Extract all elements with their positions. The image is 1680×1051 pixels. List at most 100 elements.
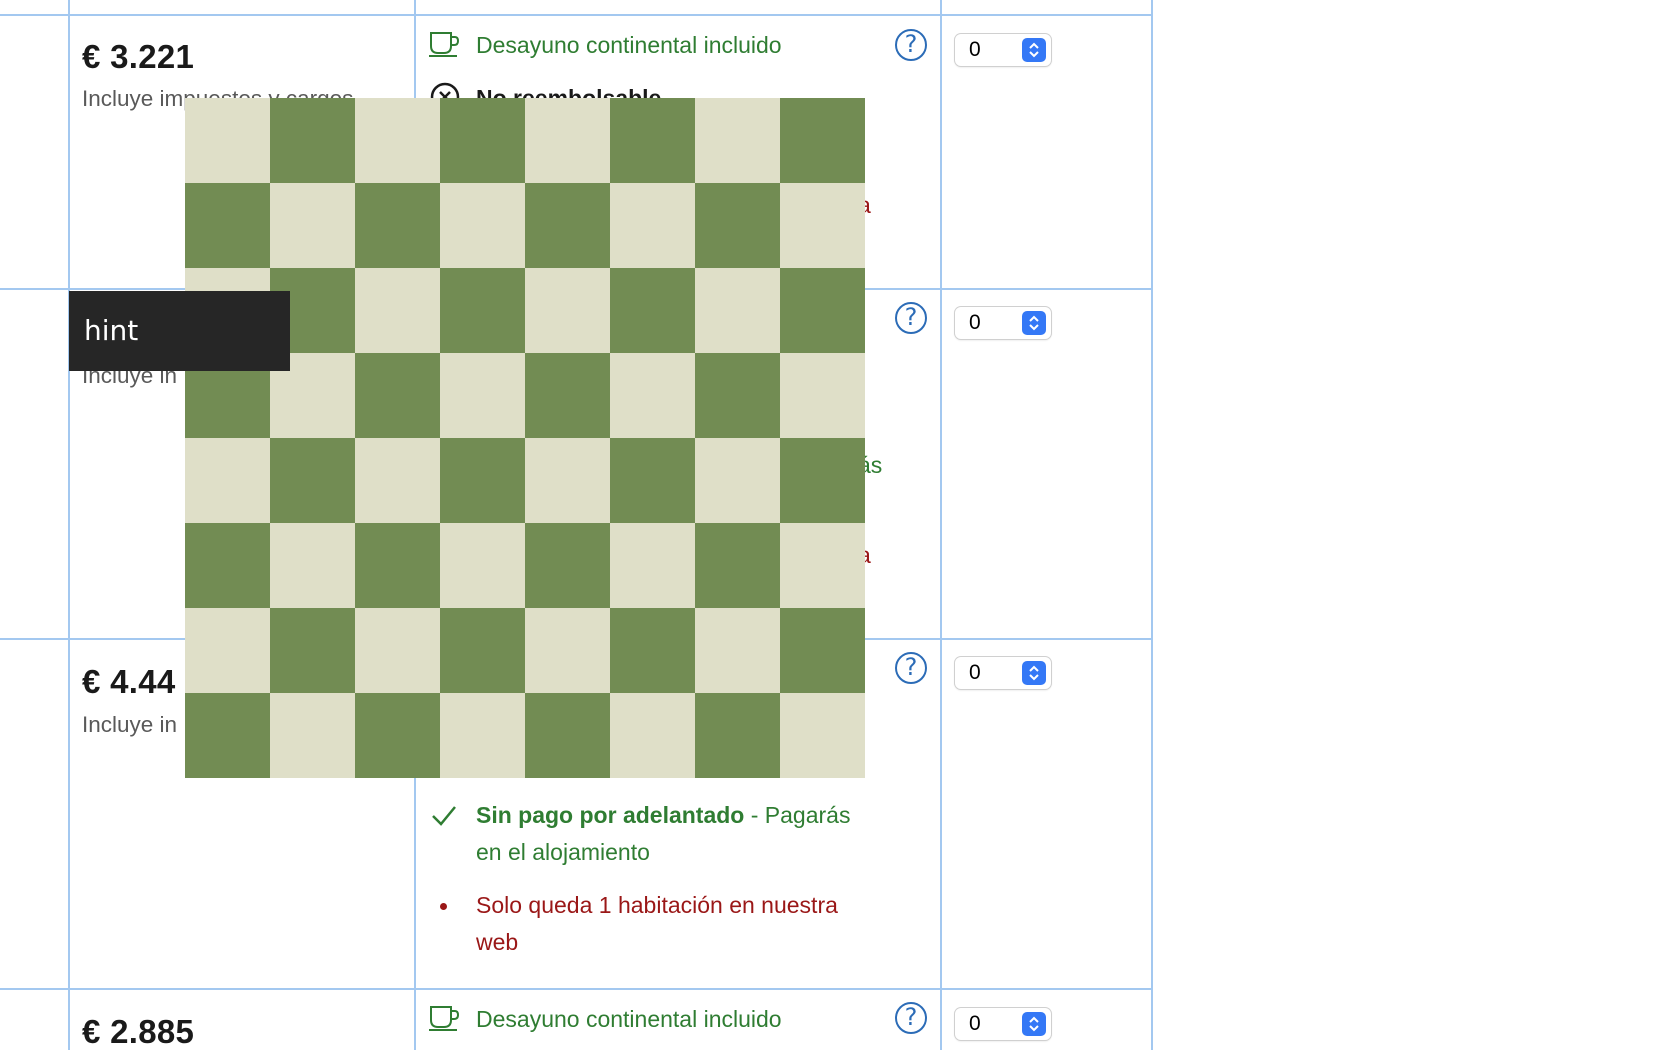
no-prepayment-detail: - Pagarás	[744, 802, 851, 828]
cup-icon	[429, 32, 460, 57]
board-square[interactable]	[355, 693, 440, 778]
board-square[interactable]	[695, 268, 780, 353]
board-square[interactable]	[695, 98, 780, 183]
taxes-note: Incluye in	[82, 712, 178, 737]
row-divider	[0, 14, 1153, 16]
board-square[interactable]	[780, 183, 865, 268]
room-quantity-select[interactable]: 0	[955, 34, 1051, 66]
help-icon[interactable]: ?	[895, 302, 927, 334]
board-square[interactable]	[610, 438, 695, 523]
board-square[interactable]	[610, 608, 695, 693]
board-square[interactable]	[355, 98, 440, 183]
board-square[interactable]	[610, 183, 695, 268]
cup-icon	[429, 1006, 460, 1031]
board-square[interactable]	[270, 608, 355, 693]
board-square[interactable]	[525, 523, 610, 608]
board-square[interactable]	[525, 183, 610, 268]
hint-tooltip: hint	[69, 291, 290, 371]
room-quantity-select[interactable]: 0	[955, 1008, 1051, 1040]
board-square[interactable]	[355, 183, 440, 268]
board-square[interactable]	[695, 353, 780, 438]
board-square[interactable]	[270, 183, 355, 268]
board-square[interactable]	[525, 98, 610, 183]
board-square[interactable]	[440, 523, 525, 608]
bullet-icon	[440, 903, 447, 910]
room-quantity-select[interactable]: 0	[955, 307, 1051, 339]
board-square[interactable]	[525, 693, 610, 778]
board-square[interactable]	[185, 523, 270, 608]
breakfast-included-text: Desayuno continental incluido	[476, 1006, 782, 1032]
board-square[interactable]	[185, 693, 270, 778]
chevron-updown-icon	[1022, 38, 1046, 62]
hint-label: hint	[84, 314, 139, 347]
no-prepayment-detail-line2: en el alojamiento	[476, 839, 650, 865]
board-square[interactable]	[355, 353, 440, 438]
board-square[interactable]	[780, 608, 865, 693]
board-square[interactable]	[270, 693, 355, 778]
quantity-value: 0	[969, 311, 981, 334]
chevron-updown-icon	[1022, 311, 1046, 335]
help-icon[interactable]: ?	[895, 652, 927, 684]
board-square[interactable]	[525, 268, 610, 353]
board-square[interactable]	[440, 608, 525, 693]
quantity-value: 0	[969, 661, 981, 684]
board-square[interactable]	[440, 183, 525, 268]
board-square[interactable]	[780, 523, 865, 608]
price: € 2.885	[82, 1013, 195, 1050]
check-icon	[432, 806, 456, 826]
board-square[interactable]	[440, 353, 525, 438]
breakfast-included-text: Desayuno continental incluido	[476, 32, 782, 58]
board-square[interactable]	[355, 608, 440, 693]
board-square[interactable]	[695, 693, 780, 778]
board-square[interactable]	[355, 268, 440, 353]
board-square[interactable]	[525, 608, 610, 693]
board-square[interactable]	[695, 523, 780, 608]
board-square[interactable]	[525, 353, 610, 438]
board-square[interactable]	[780, 693, 865, 778]
board-square[interactable]	[695, 438, 780, 523]
board-square[interactable]	[610, 98, 695, 183]
scarcity-text: Solo queda 1 habitación en nuestra web	[476, 887, 906, 961]
chevron-updown-icon	[1022, 661, 1046, 685]
price: € 3.221	[82, 38, 195, 75]
board-square[interactable]	[780, 353, 865, 438]
board-square[interactable]	[355, 438, 440, 523]
board-square[interactable]	[780, 268, 865, 353]
help-icon[interactable]: ?	[895, 1002, 927, 1034]
row-divider	[0, 988, 1153, 990]
board-square[interactable]	[440, 693, 525, 778]
board-square[interactable]	[185, 98, 270, 183]
board-square[interactable]	[610, 268, 695, 353]
board-square[interactable]	[185, 183, 270, 268]
board-square[interactable]	[185, 438, 270, 523]
room-quantity-select[interactable]: 0	[955, 657, 1051, 689]
board-square[interactable]	[440, 268, 525, 353]
no-prepayment-title: Sin pago por adelantado	[476, 802, 745, 828]
checkerboard-overlay[interactable]	[185, 98, 865, 778]
quantity-value: 0	[969, 38, 981, 61]
board-square[interactable]	[270, 98, 355, 183]
board-square[interactable]	[780, 438, 865, 523]
board-square[interactable]	[440, 438, 525, 523]
board-square[interactable]	[440, 98, 525, 183]
board-square[interactable]	[355, 523, 440, 608]
chevron-updown-icon	[1022, 1012, 1046, 1036]
price: € 4.44	[82, 663, 176, 700]
no-prepayment-text: Sin pago por adelantado - Pagarás en el …	[476, 797, 906, 871]
board-square[interactable]	[525, 438, 610, 523]
payment-text: ás	[858, 452, 883, 478]
quantity-value: 0	[969, 1012, 981, 1035]
board-square[interactable]	[185, 608, 270, 693]
board-square[interactable]	[610, 523, 695, 608]
help-icon[interactable]: ?	[895, 29, 927, 61]
board-square[interactable]	[780, 98, 865, 183]
board-square[interactable]	[610, 353, 695, 438]
board-square[interactable]	[610, 693, 695, 778]
board-square[interactable]	[695, 608, 780, 693]
column-divider	[940, 0, 942, 1050]
scarcity-line: web	[476, 929, 519, 955]
board-square[interactable]	[270, 438, 355, 523]
board-square[interactable]	[695, 183, 780, 268]
column-divider	[1151, 0, 1153, 1050]
board-square[interactable]	[270, 523, 355, 608]
